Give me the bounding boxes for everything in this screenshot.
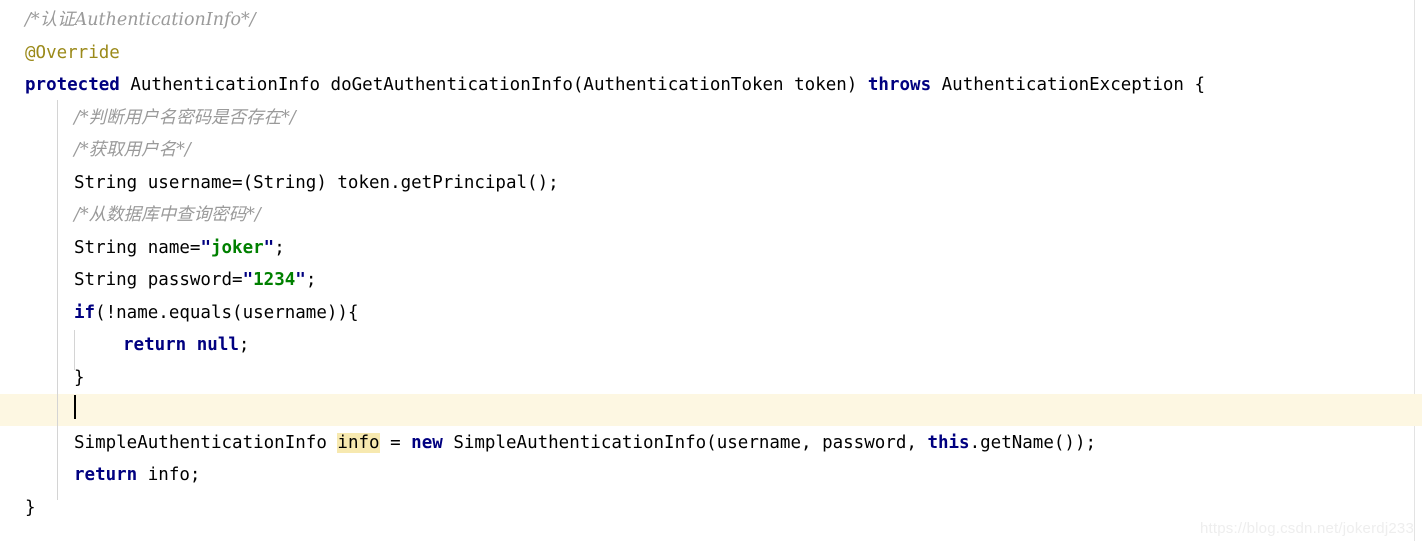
code-token-plain: = <box>379 432 412 453</box>
code-token-comment: /*认证AuthenticationInfo*/ <box>25 10 256 30</box>
code-token-plain: .getName()); <box>969 432 1097 453</box>
code-token-plain: String username=(String) token.getPrinci… <box>74 172 559 193</box>
code-line[interactable]: protected AuthenticationInfo doGetAuthen… <box>0 69 1422 101</box>
code-line[interactable]: if(!name.equals(username)){ <box>0 297 1422 329</box>
code-line[interactable]: /*从数据库中查询密码*/ <box>0 199 1422 231</box>
code-token-plain: ; <box>305 270 317 290</box>
code-token-plain: SimpleAuthenticationInfo(username, passw… <box>442 432 928 453</box>
code-line[interactable]: return info; <box>0 459 1422 491</box>
code-token-plain: (!name.equals(username)){ <box>95 302 359 323</box>
code-token-comment: /*判断用户名密码是否存在*/ <box>74 107 296 128</box>
code-line[interactable]: String name="joker"; <box>0 232 1422 264</box>
code-token-plain: ; <box>238 335 250 355</box>
code-token-keyword: return <box>123 335 187 355</box>
code-line[interactable]: return null; <box>0 329 1422 361</box>
code-token-plain: ; <box>274 237 285 258</box>
code-token-quote: " <box>295 270 306 290</box>
code-line[interactable]: /*认证AuthenticationInfo*/ <box>0 4 1422 36</box>
code-token-string: joker <box>210 237 264 258</box>
watermark: https://blog.csdn.net/jokerdj233 <box>1199 520 1414 537</box>
code-token-plain: info; <box>137 465 201 485</box>
code-token-keyword: throws <box>867 75 932 95</box>
code-token-annotation: @Override <box>25 42 120 63</box>
code-token-highlight-ident: info <box>337 432 380 453</box>
code-token-plain: } <box>74 367 85 388</box>
code-line[interactable]: /*判断用户名密码是否存在*/ <box>0 102 1422 134</box>
code-line[interactable]: SimpleAuthenticationInfo info = new Simp… <box>0 427 1422 459</box>
code-token-comment: /*从数据库中查询密码*/ <box>74 205 261 225</box>
code-token-comment: /*获取用户名*/ <box>74 140 191 160</box>
code-token-plain: String password= <box>74 270 243 290</box>
text-caret <box>74 395 76 419</box>
code-token-quote: " <box>242 270 254 290</box>
code-line[interactable]: String username=(String) token.getPrinci… <box>0 167 1422 199</box>
code-token-keyword: return <box>74 465 138 485</box>
code-line[interactable]: } <box>0 362 1422 394</box>
code-token-keyword: this <box>927 432 970 453</box>
code-token-keyword: null <box>196 335 239 355</box>
code-token-quote: " <box>200 237 211 258</box>
code-token-keyword: protected <box>25 75 120 95</box>
code-line[interactable]: String password="1234"; <box>0 264 1422 296</box>
code-token-plain: SimpleAuthenticationInfo <box>74 432 338 453</box>
code-token-quote: " <box>263 237 275 258</box>
code-line[interactable]: } <box>0 492 1422 524</box>
code-token-plain: String name= <box>74 237 201 258</box>
code-line[interactable]: /*获取用户名*/ <box>0 134 1422 166</box>
code-token-string: 1234 <box>253 270 296 290</box>
code-token-plain: } <box>25 497 36 518</box>
code-token-plain: AuthenticationInfo doGetAuthenticationIn… <box>119 75 868 95</box>
code-token-keyword: if <box>74 302 96 323</box>
code-line[interactable] <box>0 394 1422 426</box>
code-token-keyword: new <box>411 432 443 453</box>
code-editor[interactable]: /*认证AuthenticationInfo*/ @Override protect… <box>0 0 1422 541</box>
code-token-plain: AuthenticationException { <box>931 75 1206 95</box>
code-line[interactable]: @Override <box>0 37 1422 69</box>
